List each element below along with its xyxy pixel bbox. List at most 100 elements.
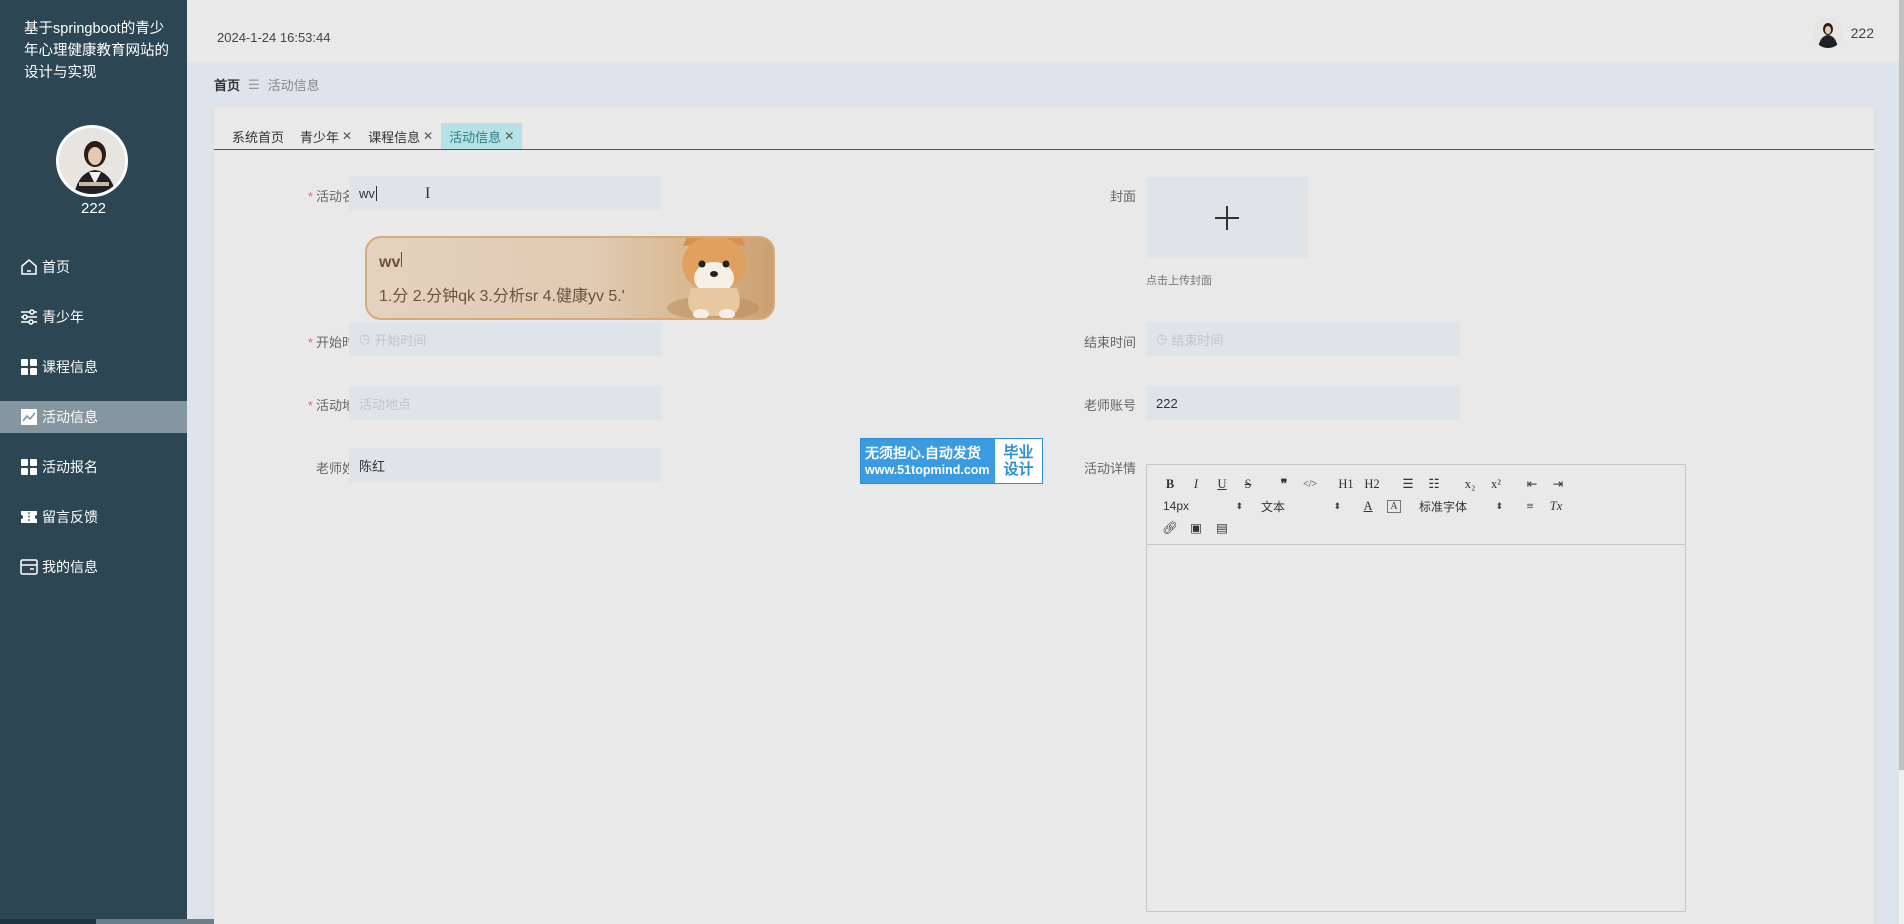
ime-candidate-popup[interactable]: wv 1.分 2.分钟qk 3.分析sr 4.健康yv 5.' (365, 236, 775, 320)
sidebar-avatar[interactable] (56, 125, 128, 197)
cover-upload[interactable] (1146, 177, 1308, 258)
italic-button[interactable]: I (1183, 477, 1209, 492)
subscript-button[interactable]: x₂ (1457, 477, 1483, 492)
watermark-right1: 毕业 (1003, 444, 1034, 461)
font-color-button[interactable]: A (1355, 499, 1381, 514)
sidebar-item-feedback[interactable]: 留言反馈 (0, 492, 187, 542)
watermark-right: 毕业 设计 (995, 439, 1042, 483)
tab-youth[interactable]: 青少年 ✕ (292, 123, 360, 149)
background-color-button[interactable]: A (1387, 499, 1401, 513)
teacher-account-input[interactable]: 222 (1146, 386, 1460, 420)
watermark-right2: 设计 (1003, 461, 1034, 478)
tab-label: 活动信息 (449, 129, 502, 145)
close-icon[interactable]: ✕ (504, 129, 514, 143)
close-icon[interactable]: ✕ (423, 129, 433, 143)
breadcrumb-current: 活动信息 (267, 78, 320, 93)
editor-toolbar: B I U S ❞ </> H1 H2 ☰ ☷ x₂ x² ⇤ ⇥ 14px ⬍… (1147, 465, 1685, 545)
quote-button[interactable]: ❞ (1271, 476, 1297, 492)
watermark-badge: 无须担心.自动发货 www.51topmind.com 毕业 设计 (860, 438, 1043, 484)
font-family-select[interactable]: 标准字体 ⬍ (1419, 498, 1503, 515)
sidebar-item-youth[interactable]: 青少年 (0, 292, 187, 342)
paragraph-select[interactable]: 文本 ⬍ (1261, 498, 1341, 515)
tab-system-home[interactable]: 系统首页 (224, 123, 292, 149)
font-size-select[interactable]: 14px ⬍ (1163, 499, 1243, 513)
clear-format-button[interactable]: Tx (1543, 499, 1569, 514)
cover-upload-hint: 点击上传封面 (1146, 275, 1212, 287)
watermark-line1: 无须担心.自动发货 (865, 445, 981, 461)
clock-icon: ◷ (1156, 331, 1168, 346)
h2-button[interactable]: H2 (1359, 477, 1385, 492)
sidebar-item-profile[interactable]: 我的信息 (0, 542, 187, 592)
align-left-icon[interactable]: ≡ (1517, 499, 1543, 514)
header-username: 222 (1850, 25, 1874, 41)
grid-icon (20, 358, 38, 376)
avatar[interactable] (1812, 18, 1843, 48)
tab-activities[interactable]: 活动信息 ✕ (441, 123, 523, 149)
strike-button[interactable]: S (1235, 477, 1261, 492)
tab-label: 系统首页 (232, 129, 285, 145)
breadcrumb-home[interactable]: 首页 (214, 75, 240, 94)
user-menu[interactable]: 222 (1812, 18, 1874, 48)
indent-icon[interactable]: ⇥ (1545, 476, 1571, 492)
tab-label: 青少年 (300, 129, 340, 145)
sidebar-item-courses[interactable]: 课程信息 (0, 342, 187, 392)
main-card: 系统首页 青少年 ✕ 课程信息 ✕ 活动信息 ✕ * 活动名称 wv I * 开始时间 ◷… (214, 106, 1874, 924)
tab-courses[interactable]: 课程信息 ✕ (360, 123, 441, 149)
outdent-icon[interactable]: ⇤ (1519, 476, 1545, 492)
editor-content-area[interactable] (1147, 545, 1685, 911)
bold-button[interactable]: B (1157, 477, 1183, 492)
text-caret (375, 185, 377, 201)
watermark-line2: www.51topmind.com (865, 463, 990, 477)
datetime-display: 2024-1-24 16:53:44 (217, 30, 331, 45)
sidebar-item-label: 课程信息 (42, 359, 98, 375)
teacher-account-label: 老师账号 (1083, 398, 1136, 413)
sidebar-item-registration[interactable]: 活动报名 (0, 442, 187, 492)
end-time-label: 结束时间 (1083, 335, 1136, 350)
start-time-placeholder: 开始时间 (374, 332, 427, 348)
location-input[interactable]: 活动地点 (349, 386, 662, 420)
scrollbar-thumb[interactable] (1899, 0, 1904, 770)
ime-composition: wv (379, 252, 403, 271)
activity-name-input[interactable]: wv I (349, 176, 662, 210)
text-cursor-icon: I (425, 185, 431, 202)
code-button[interactable]: </> (1297, 479, 1323, 490)
top-bar: 2024-1-24 16:53:44 222 (187, 0, 1904, 62)
rich-text-editor: B I U S ❞ </> H1 H2 ☰ ☷ x₂ x² ⇤ ⇥ 14px ⬍… (1146, 464, 1686, 912)
teacher-name-input[interactable]: 陈红 (349, 448, 662, 482)
end-time-placeholder: 结束时间 (1171, 332, 1224, 348)
teacher-name-value: 陈红 (359, 458, 386, 474)
video-icon[interactable]: ▤ (1209, 520, 1235, 536)
plus-icon (1215, 205, 1239, 230)
menu-lines-icon: ☰ (248, 76, 260, 92)
avatar-photo-icon (59, 128, 125, 194)
tab-bar: 系统首页 青少年 ✕ 课程信息 ✕ 活动信息 ✕ (214, 122, 1874, 150)
home-icon (20, 258, 38, 276)
sidebar-item-home[interactable]: 首页 (0, 242, 187, 292)
h1-button[interactable]: H1 (1333, 477, 1359, 492)
teacher-account-value: 222 (1156, 395, 1178, 411)
sidebar-username: 222 (80, 200, 107, 217)
ordered-list-icon[interactable]: ☰ (1395, 476, 1421, 492)
start-time-input[interactable]: ◷ 开始时间 (349, 322, 662, 356)
shiba-dog-icon (667, 238, 759, 318)
sidebar-item-label: 青少年 (42, 309, 84, 325)
chart-icon (20, 408, 38, 426)
grid-icon (20, 458, 38, 476)
sidebar: 基于springboot的青少年心理健康教育网站的设计与实现 222 首页 青少… (0, 0, 256, 924)
underline-button[interactable]: U (1209, 477, 1235, 492)
sidebar-scrollbar[interactable] (0, 919, 256, 924)
page-scrollbar[interactable] (1899, 0, 1904, 924)
bullet-list-icon[interactable]: ☷ (1421, 476, 1447, 492)
sidebar-item-label: 活动信息 (42, 409, 98, 425)
end-time-input[interactable]: ◷ 结束时间 (1146, 322, 1460, 356)
superscript-button[interactable]: x² (1483, 477, 1509, 492)
avatar-photo-icon (1812, 18, 1843, 48)
cover-label: 封面 (1109, 189, 1136, 204)
breadcrumb: 首页 ☰ 活动信息 (214, 75, 320, 94)
link-icon[interactable]: 🔗︎ (1157, 521, 1183, 536)
ime-candidates[interactable]: 1.分 2.分钟qk 3.分析sr 4.健康yv 5.' (379, 282, 625, 306)
image-icon[interactable]: ▣ (1183, 520, 1209, 536)
sidebar-item-activities[interactable]: 活动信息 (0, 401, 187, 433)
watermark-left: 无须担心.自动发货 www.51topmind.com (861, 439, 995, 483)
close-icon[interactable]: ✕ (342, 129, 352, 143)
